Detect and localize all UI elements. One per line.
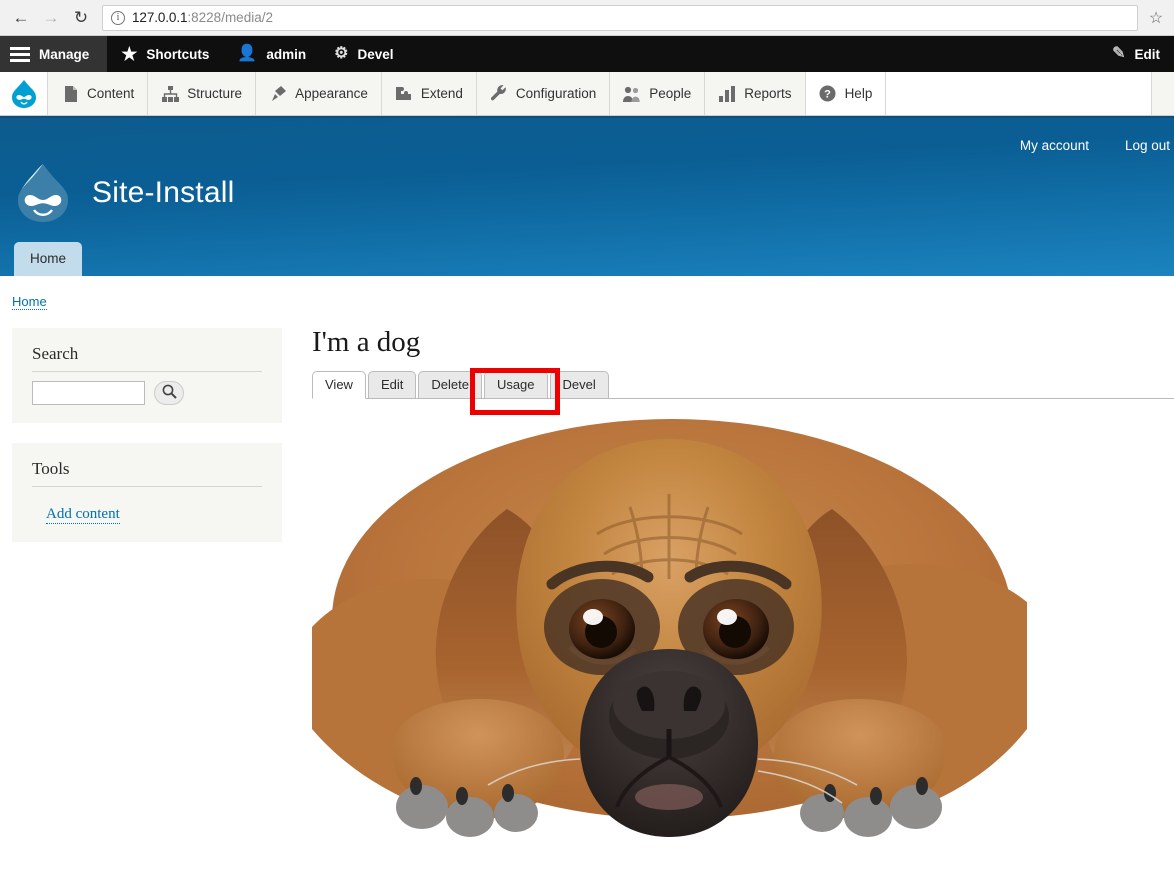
admin-menu-edge (1152, 72, 1174, 115)
star-icon[interactable]: ☆ (1144, 3, 1168, 33)
drupal-drop-logo-icon (14, 162, 72, 224)
site-info-icon[interactable]: i (111, 10, 125, 25)
primary-menu-item-home[interactable]: Home (14, 242, 83, 276)
admin-menu-bar: Content Structure Appearance Extend Conf… (0, 72, 1174, 116)
bar-chart-icon (718, 85, 736, 103)
page-columns: Search Tools Add content I'm a dog View … (0, 328, 1174, 837)
tools-block: Tools Add content (12, 443, 282, 542)
admin-menu-label: Appearance (295, 86, 368, 101)
drupal-drop-logo-icon[interactable] (0, 72, 48, 115)
admin-menu-item-help[interactable]: ? Help (805, 72, 887, 115)
tab-devel[interactable]: Devel (549, 371, 609, 398)
admin-menu-label: Reports (744, 86, 792, 101)
admin-menu-item-structure[interactable]: Structure (148, 72, 257, 115)
toolbar-item-edit[interactable]: ✎ Edit (1102, 36, 1174, 72)
site-header: My account Log out Site-Install Home (0, 116, 1174, 276)
pencil-icon: ✎ (1112, 45, 1126, 62)
admin-menu-item-appearance[interactable]: Appearance (256, 72, 382, 115)
magnifier-icon (162, 384, 177, 402)
toolbar-item-devel[interactable]: ⚙ Devel (320, 36, 407, 72)
toolbar-devel-label: Devel (357, 46, 394, 62)
site-name: Site-Install (92, 176, 235, 209)
search-form (32, 381, 262, 405)
reload-button[interactable]: ↻ (66, 3, 96, 33)
dog-photo (312, 399, 1027, 837)
page-body: Home Search Tools Add content I'm a dog … (0, 276, 1174, 872)
admin-menu-label: Extend (420, 86, 463, 101)
paintbrush-icon (269, 85, 287, 103)
local-tasks-tabs: View Edit Delete Usage Devel (312, 368, 1174, 415)
admin-menu-item-reports[interactable]: Reports (705, 72, 806, 115)
admin-menu-filler (886, 72, 1152, 115)
main-content: I'm a dog View Edit Delete Usage Devel (282, 328, 1174, 837)
tab-edit[interactable]: Edit (367, 371, 417, 398)
svg-text:?: ? (824, 89, 831, 101)
admin-menu-label: Configuration (515, 86, 597, 101)
breadcrumb-link-home[interactable]: Home (12, 294, 47, 310)
puzzle-piece-icon (395, 85, 413, 103)
tab-view[interactable]: View (312, 371, 366, 399)
tab-delete[interactable]: Delete (418, 371, 482, 398)
admin-menu-label: Content (87, 86, 135, 101)
sidebar: Search Tools Add content (12, 328, 282, 562)
toolbar-shortcuts-label: Shortcuts (146, 46, 210, 62)
document-icon (61, 85, 79, 103)
back-button[interactable]: ← (6, 3, 36, 33)
my-account-link[interactable]: My account (1020, 138, 1089, 153)
wrench-icon (490, 85, 508, 103)
search-block-title: Search (32, 344, 262, 372)
toolbar-item-manage[interactable]: Manage (0, 36, 108, 72)
toolbar-account-label: admin (266, 46, 307, 62)
admin-menu-label: People (649, 86, 692, 101)
tools-link-add-content[interactable]: Add content (46, 506, 120, 524)
search-input[interactable] (32, 381, 145, 405)
forward-button[interactable]: → (36, 3, 66, 33)
toolbar-edit-label: Edit (1134, 46, 1161, 62)
site-branding[interactable]: Site-Install (14, 162, 234, 224)
tools-block-title: Tools (32, 459, 262, 487)
admin-menu-item-extend[interactable]: Extend (381, 72, 477, 115)
people-icon (623, 85, 641, 103)
search-submit-button[interactable] (154, 381, 184, 405)
gear-icon: ⚙ (334, 45, 349, 62)
admin-menu-label: Help (844, 86, 873, 101)
star-icon: ★ (121, 44, 138, 64)
person-icon: 👤 (237, 45, 258, 62)
question-mark-icon: ? (819, 85, 837, 103)
url-path: :8228/media/2 (187, 10, 273, 25)
address-bar[interactable]: i 127.0.0.1:8228/media/2 (102, 4, 1138, 31)
sitemap-icon (161, 85, 179, 103)
browser-chrome: ← → ↻ i 127.0.0.1:8228/media/2 ☆ (0, 0, 1174, 36)
user-account-links: My account Log out (1020, 138, 1174, 153)
admin-toolbar: Manage ★ Shortcuts 👤 admin ⚙ Devel ✎ Edi… (0, 36, 1174, 72)
url-host: 127.0.0.1 (132, 10, 188, 25)
log-out-link[interactable]: Log out (1125, 138, 1170, 153)
admin-menu-item-people[interactable]: People (610, 72, 706, 115)
admin-menu-item-content[interactable]: Content (48, 72, 149, 115)
breadcrumb: Home (0, 276, 1174, 310)
toolbar-manage-label: Manage (39, 46, 90, 62)
hamburger-icon (10, 46, 30, 62)
admin-menu-item-configuration[interactable]: Configuration (476, 72, 611, 115)
search-block: Search (12, 328, 282, 423)
page-title: I'm a dog (312, 326, 421, 358)
toolbar-item-account[interactable]: 👤 admin (223, 36, 320, 72)
admin-menu-label: Structure (187, 86, 243, 101)
tab-usage[interactable]: Usage (483, 371, 548, 398)
toolbar-item-shortcuts[interactable]: ★ Shortcuts (107, 36, 223, 72)
